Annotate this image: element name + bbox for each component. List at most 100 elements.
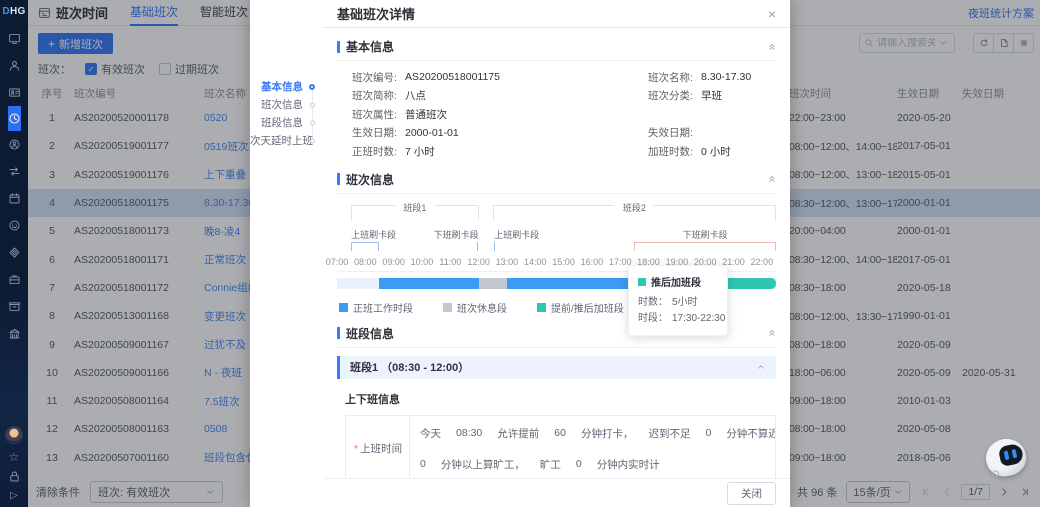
legend-label: 提前/推后加班段 — [551, 300, 624, 315]
anchor-班次信息[interactable]: 班次信息 — [250, 96, 323, 114]
anchor-次天延时上班[interactable]: 次天延时上班 — [250, 132, 323, 150]
service-icon — [8, 219, 21, 232]
assistant-robot[interactable] — [984, 435, 1028, 481]
axis-tick: 16:00 — [581, 257, 604, 267]
modal-body: 基本信息 « 班次编号:AS20200518001175班次名称:8.30-17… — [323, 28, 790, 478]
axis-tick: 08:00 — [354, 257, 377, 267]
sidebar-item-building[interactable] — [8, 320, 21, 347]
sidebar-item-user[interactable] — [8, 52, 21, 79]
field-value: 7 小时 — [402, 144, 648, 159]
legend-item: 班次休息段 — [443, 300, 507, 315]
tooltip-row: 时数：5小时 — [638, 295, 718, 311]
sidebar-item-briefcase[interactable] — [8, 266, 21, 293]
avatar[interactable] — [5, 426, 23, 444]
field-label: 生效日期: — [352, 125, 402, 140]
anchor-dot-icon — [310, 139, 315, 144]
anchor-nav-column: 基本信息班次信息班段信息次天延时上班 — [250, 0, 323, 507]
field-value: 早班 — [698, 88, 776, 103]
work-time-label: *上班时间 — [346, 416, 410, 479]
content-token: 分钟以上算旷工， — [441, 457, 525, 472]
shift-info-section-header: 班次信息 « — [337, 171, 776, 194]
expand-icon[interactable]: ▷ — [10, 489, 18, 503]
anchor-label: 班次信息 — [261, 99, 303, 111]
section-title: 班次信息 — [346, 171, 394, 188]
bar-segment — [379, 278, 478, 289]
axis-tick: 10:00 — [411, 257, 434, 267]
app-screen: DHG ☆▷ 班次时间 基础班次智能班次轮班班次 夜班统计方案 + 新增班次 — [0, 0, 1040, 507]
work-time-subtitle: 上下班信息 — [345, 391, 776, 407]
tooltip-swatch — [638, 278, 646, 286]
sidebar-item-account[interactable] — [8, 131, 21, 158]
chevron-up-icon — [756, 362, 766, 372]
modal-main: 基础班次详情 × 基本信息 « 班次编号:AS20200518001175班次名… — [323, 0, 790, 507]
collapse-icon[interactable]: « — [767, 43, 779, 50]
sidebar-item-clock[interactable] — [8, 106, 21, 131]
sidebar-item-tags[interactable] — [8, 239, 21, 266]
content-token: 允许提前 — [497, 426, 539, 441]
segment-bracket: 班段2 — [493, 205, 776, 220]
sidebar-bottom: ☆▷ — [5, 426, 23, 507]
axis-tick: 07:00 — [326, 257, 349, 267]
clock-icon — [8, 112, 21, 125]
close-icon[interactable]: × — [768, 7, 776, 21]
lock-icon[interactable] — [8, 470, 21, 483]
punch-mark — [477, 242, 478, 251]
field-label: 班次分类: — [648, 88, 698, 103]
collapse-icon[interactable]: « — [767, 330, 779, 337]
content-token: 分钟不算迟到， — [726, 426, 775, 441]
sidebar-item-id-card[interactable] — [8, 79, 21, 106]
sidebar-item-calendar[interactable] — [8, 185, 21, 212]
star-icon[interactable]: ☆ — [9, 450, 20, 464]
tooltip-value: 17:30-22:30 — [672, 311, 725, 327]
anchor-label: 次天延时上班 — [250, 135, 313, 147]
sidebar: DHG ☆▷ — [0, 0, 28, 507]
field-value: 8.30-17.30 — [698, 71, 776, 83]
field-value: 0 小时 — [698, 144, 776, 159]
work-time-table: *上班时间今天08:30允许提前60分钟打卡，迟到不足0分钟不算迟到，迟到0分钟… — [345, 415, 776, 479]
sidebar-nav — [8, 25, 21, 347]
close-button[interactable]: 关闭 — [727, 482, 776, 505]
content-line: 今天08:30允许提前60分钟打卡，迟到不足0分钟不算迟到，迟到 — [420, 418, 765, 449]
field-label: 班次名称: — [648, 70, 698, 85]
tooltip-title: 推后加班段 — [651, 274, 701, 289]
axis-tick: 22:00 — [751, 257, 774, 267]
robot-badge — [992, 470, 1000, 478]
modal-footer: 关闭 — [323, 478, 790, 507]
account-icon — [8, 138, 21, 151]
content-token: 迟到不足 — [648, 426, 690, 441]
robot-eye — [1011, 449, 1017, 459]
segment-panel-header[interactable]: 班段1 （08:30 - 12:00） — [337, 356, 776, 379]
legend-swatch — [339, 303, 348, 312]
tooltip-row: 时段：17:30-22:30 — [638, 311, 718, 327]
work-time-row: *上班时间今天08:30允许提前60分钟打卡，迟到不足0分钟不算迟到，迟到0分钟… — [346, 416, 775, 479]
tags-icon — [8, 246, 21, 259]
segment-bracket: 班段1 — [351, 205, 478, 220]
sidebar-item-transfer[interactable] — [8, 158, 21, 185]
basic-info-row: 班次编号:AS20200518001175班次名称:8.30-17.30 — [352, 68, 776, 87]
segment-panel-title: 班段1 （08:30 - 12:00） — [350, 359, 469, 375]
sidebar-item-service[interactable] — [8, 212, 21, 239]
basic-info-row: 正班时数:7 小时加班时数:0 小时 — [352, 142, 776, 161]
anchor-dot-icon — [310, 121, 315, 126]
basic-info-row: 班次属性:普通班次 — [352, 105, 776, 124]
content-token: 0 — [705, 427, 711, 439]
sidebar-item-dashboard[interactable] — [8, 25, 21, 52]
tooltip-value: 5小时 — [672, 295, 698, 311]
punch-mark — [634, 242, 776, 251]
robot-head — [983, 435, 1030, 480]
punch-label: 下班刷卡段 — [683, 228, 728, 241]
content-token: 分钟打卡， — [581, 426, 634, 441]
basic-info-grid: 班次编号:AS20200518001175班次名称:8.30-17.30班次简称… — [337, 61, 776, 161]
sidebar-item-archive[interactable] — [8, 293, 21, 320]
anchor-基本信息[interactable]: 基本信息 — [250, 78, 323, 96]
anchor-班段信息[interactable]: 班段信息 — [250, 114, 323, 132]
content-line: 0分钟以上算旷工，旷工0分钟内实时计 — [420, 449, 765, 479]
robot-eye — [1004, 451, 1010, 461]
calendar-icon — [8, 192, 21, 205]
tooltip-header: 推后加班段 — [638, 274, 718, 289]
collapse-icon[interactable]: « — [767, 176, 779, 183]
axis-tick: 17:00 — [609, 257, 632, 267]
section-marker — [337, 41, 340, 53]
legend-label: 班次休息段 — [457, 300, 507, 315]
section-marker — [337, 173, 340, 185]
